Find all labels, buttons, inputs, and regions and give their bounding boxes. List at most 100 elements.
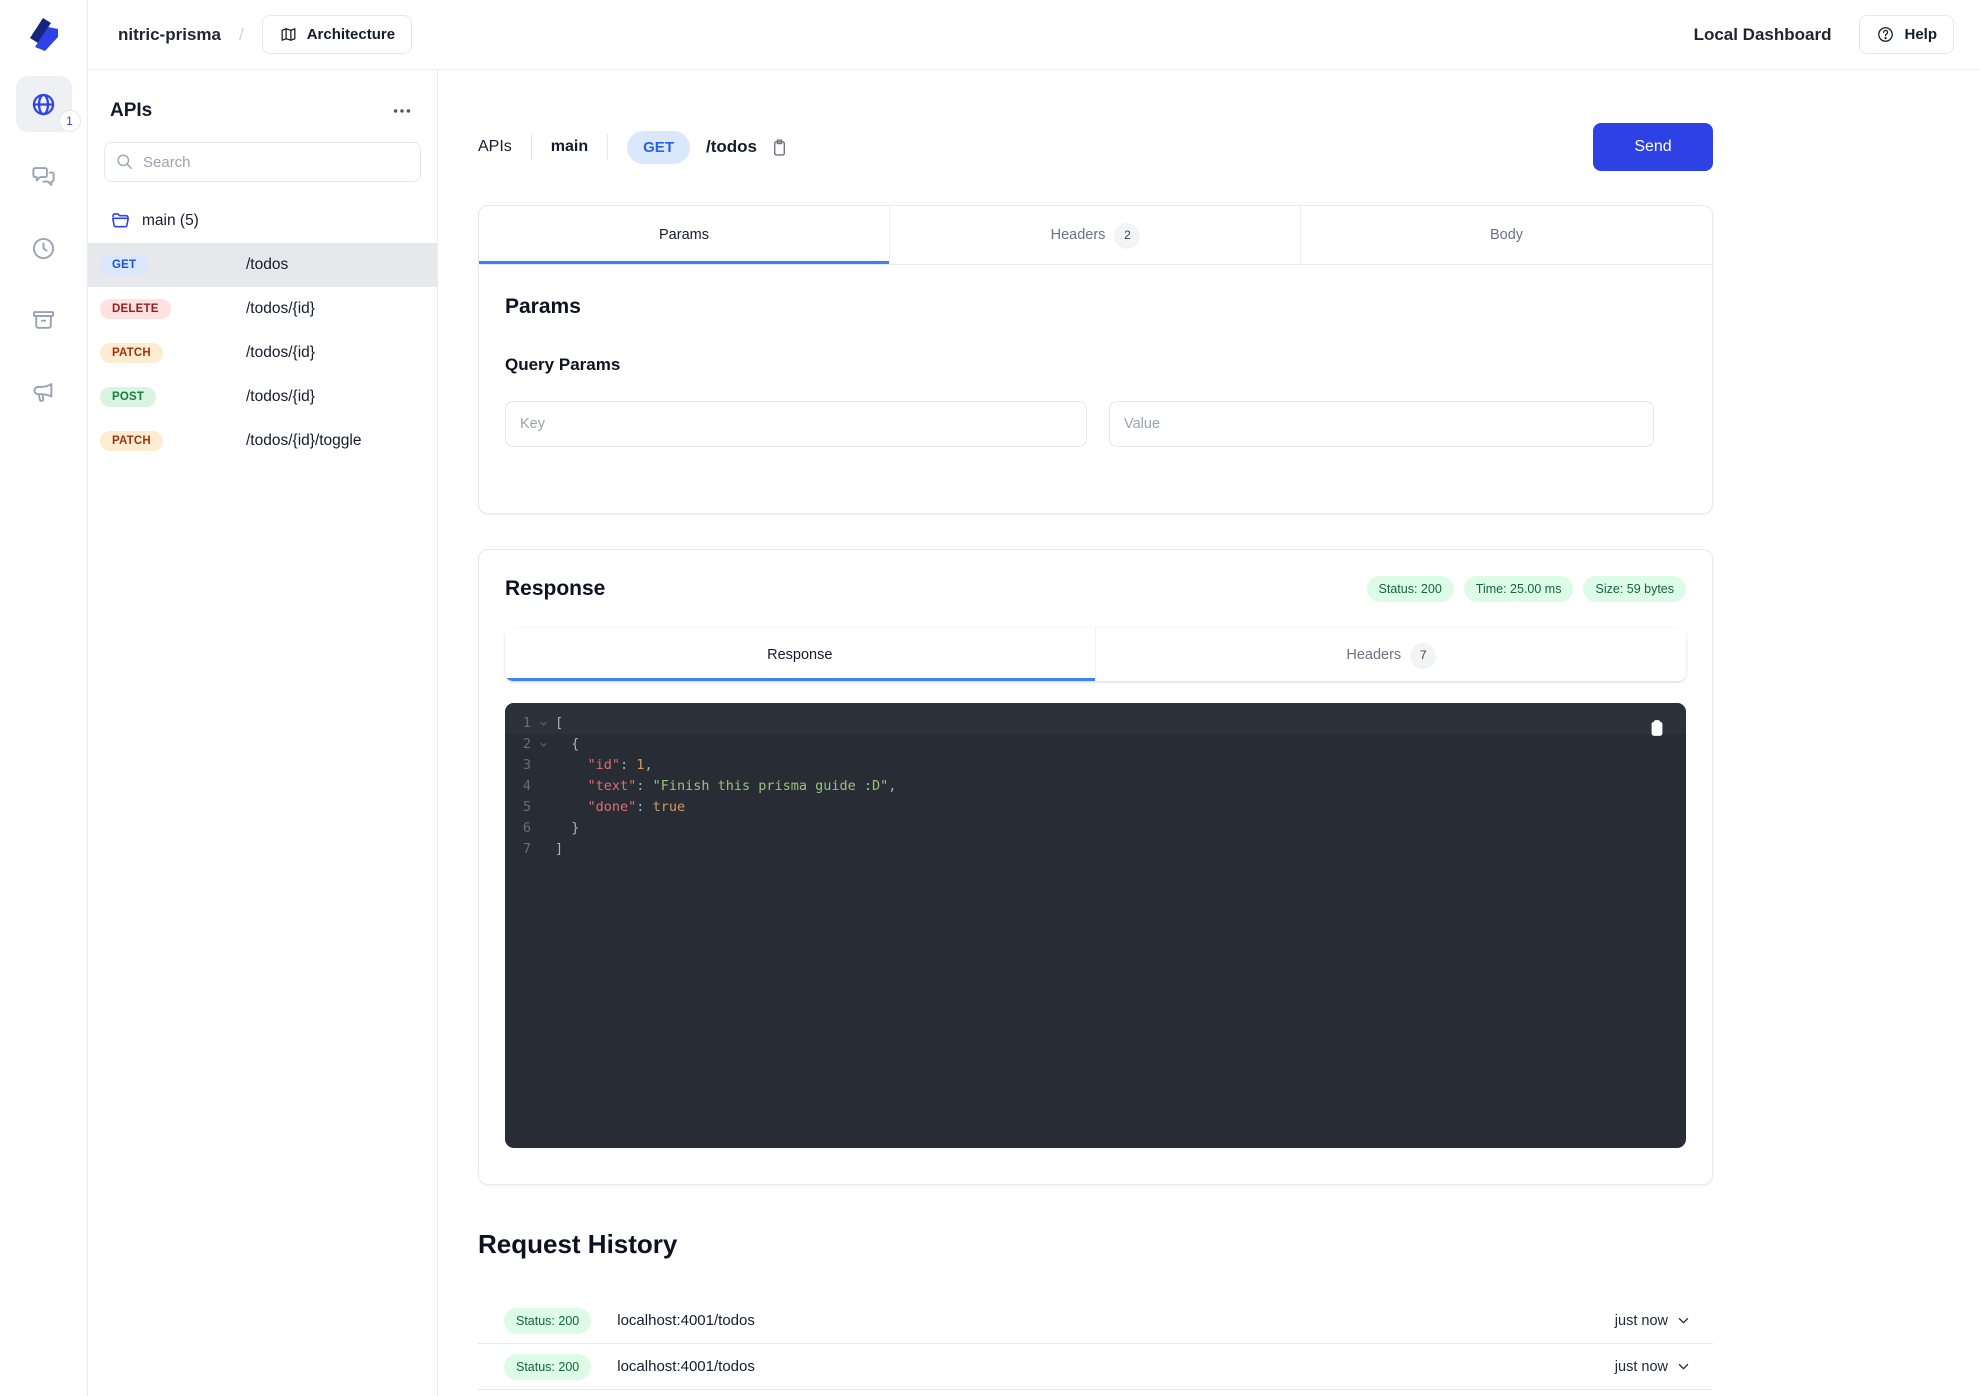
chevron-down-icon <box>1676 1359 1691 1374</box>
endpoint-path: /todos/{id}/toggle <box>246 432 362 450</box>
request-method-pill: GET <box>627 131 690 164</box>
architecture-button-label: Architecture <box>307 26 395 43</box>
history-status-badge: Status: 200 <box>504 1354 591 1380</box>
code-line: 5 "done": true <box>505 797 1686 818</box>
params-panel: Params Query Params <box>479 265 1712 513</box>
right-column: nitric-prisma / Architecture Local Dashb… <box>88 0 1980 1396</box>
copy-url-button[interactable] <box>767 135 792 160</box>
api-folder-main[interactable]: main (5) <box>88 182 437 243</box>
nav-item-topics[interactable] <box>16 364 72 420</box>
nav-item-websockets[interactable] <box>16 148 72 204</box>
bucket-icon <box>30 307 57 334</box>
response-header: Response Status: 200 Time: 25.00 ms Size… <box>505 576 1686 602</box>
code-line: 3 "id": 1, <box>505 755 1686 776</box>
response-code-viewer[interactable]: 1 [ 2 { 3 <box>505 703 1686 1148</box>
clipboard-icon <box>1647 718 1667 738</box>
help-button[interactable]: Help <box>1859 15 1954 54</box>
send-button[interactable]: Send <box>1593 123 1713 171</box>
search-input[interactable] <box>104 142 421 182</box>
endpoint-row-get-todos[interactable]: GET /todos <box>88 243 437 287</box>
fold-chevron-icon[interactable] <box>531 734 555 755</box>
request-config-card: Params Headers 2 Body Params Query Param… <box>478 205 1713 514</box>
param-value-input[interactable] <box>1109 401 1654 447</box>
nav-rail: 1 <box>0 0 88 1396</box>
megaphone-icon <box>30 379 57 406</box>
nav-rail-items: 1 <box>16 76 72 420</box>
code-line: 4 "text": "Finish this prisma guide :D", <box>505 776 1686 797</box>
divider <box>531 134 532 160</box>
help-button-label: Help <box>1904 26 1937 43</box>
endpoint-path: /todos/{id} <box>246 344 315 362</box>
copy-response-button[interactable] <box>1645 716 1669 740</box>
top-bar: nitric-prisma / Architecture Local Dashb… <box>88 0 1980 70</box>
clipboard-icon <box>769 137 790 158</box>
history-time: just now <box>1615 1359 1668 1375</box>
history-expand-button[interactable]: just now <box>1609 1312 1697 1330</box>
app-window: 1 <box>0 0 1980 1396</box>
endpoint-path: /todos/{id} <box>246 300 315 318</box>
endpoint-row-patch-todo[interactable]: PATCH /todos/{id} <box>88 331 437 375</box>
code-line: 1 [ <box>505 713 1686 734</box>
ellipsis-icon <box>391 100 413 122</box>
method-badge: PATCH <box>100 343 163 363</box>
tab-response-body[interactable]: Response <box>505 628 1096 681</box>
architecture-button[interactable]: Architecture <box>262 15 412 54</box>
breadcrumb-apis: APIs <box>478 138 512 156</box>
nav-item-schedules[interactable] <box>16 220 72 276</box>
map-icon <box>279 25 298 44</box>
top-bar-right: Local Dashboard Help <box>1694 15 1954 54</box>
history-row[interactable]: Status: 200 localhost:4001/todos just no… <box>478 1298 1713 1344</box>
request-bar: APIs main GET /todos Send <box>478 123 1713 171</box>
response-badges: Status: 200 Time: 25.00 ms Size: 59 byte… <box>1367 576 1686 602</box>
nitric-logo-icon <box>24 12 64 52</box>
history-url: localhost:4001/todos <box>617 1358 755 1375</box>
sidebar-search <box>104 142 421 182</box>
history-expand-button[interactable]: just now <box>1609 1358 1697 1376</box>
sidebar-menu-button[interactable] <box>389 98 415 124</box>
response-tabs: Response Headers 7 <box>505 628 1686 681</box>
request-tabs: Params Headers 2 Body <box>479 206 1712 265</box>
history-row[interactable]: Status: 200 localhost:4001/todos just no… <box>478 1344 1713 1390</box>
history-url: localhost:4001/todos <box>617 1312 755 1329</box>
method-badge: DELETE <box>100 299 171 319</box>
fold-chevron-icon[interactable] <box>531 713 555 734</box>
chat-bubbles-icon <box>30 163 57 190</box>
method-badge: GET <box>100 255 148 275</box>
time-badge: Time: 25.00 ms <box>1464 576 1574 602</box>
request-history-list: Status: 200 localhost:4001/todos just no… <box>478 1298 1713 1390</box>
response-headers-count-badge: 7 <box>1411 643 1435 667</box>
query-params-title: Query Params <box>505 355 1686 375</box>
request-path: /todos <box>706 137 757 157</box>
clock-icon <box>30 235 57 262</box>
query-param-row <box>505 401 1686 447</box>
method-badge: POST <box>100 387 156 407</box>
size-badge: Size: 59 bytes <box>1583 576 1686 602</box>
folder-label: main (5) <box>142 212 199 230</box>
apis-count-badge: 1 <box>59 110 81 132</box>
search-icon <box>115 152 134 171</box>
endpoint-row-delete-todo[interactable]: DELETE /todos/{id} <box>88 287 437 331</box>
nav-item-storage[interactable] <box>16 292 72 348</box>
apis-sidebar: APIs <box>88 70 438 1396</box>
breadcrumb-api-name: main <box>551 138 588 156</box>
dashboard-title: Local Dashboard <box>1694 25 1832 45</box>
endpoint-path: /todos/{id} <box>246 388 315 406</box>
code-lines: 1 [ 2 { 3 <box>505 713 1686 860</box>
endpoint-row-post-todo[interactable]: POST /todos/{id} <box>88 375 437 419</box>
breadcrumb-separator: / <box>239 25 244 45</box>
code-line: 2 { <box>505 734 1686 755</box>
response-title: Response <box>505 577 605 601</box>
request-history-title: Request History <box>478 1229 1980 1260</box>
endpoint-row-patch-toggle[interactable]: PATCH /todos/{id}/toggle <box>88 419 437 463</box>
response-card: Response Status: 200 Time: 25.00 ms Size… <box>478 549 1713 1185</box>
globe-icon <box>30 91 57 118</box>
param-key-input[interactable] <box>505 401 1087 447</box>
main-content: APIs main GET /todos Send <box>438 70 1980 1396</box>
tab-response-headers[interactable]: Headers 7 <box>1096 628 1687 681</box>
tab-headers[interactable]: Headers 2 <box>890 206 1301 264</box>
history-time: just now <box>1615 1313 1668 1329</box>
history-status-badge: Status: 200 <box>504 1308 591 1334</box>
tab-params[interactable]: Params <box>479 206 890 264</box>
nav-item-apis[interactable]: 1 <box>16 76 72 132</box>
tab-body[interactable]: Body <box>1301 206 1712 264</box>
